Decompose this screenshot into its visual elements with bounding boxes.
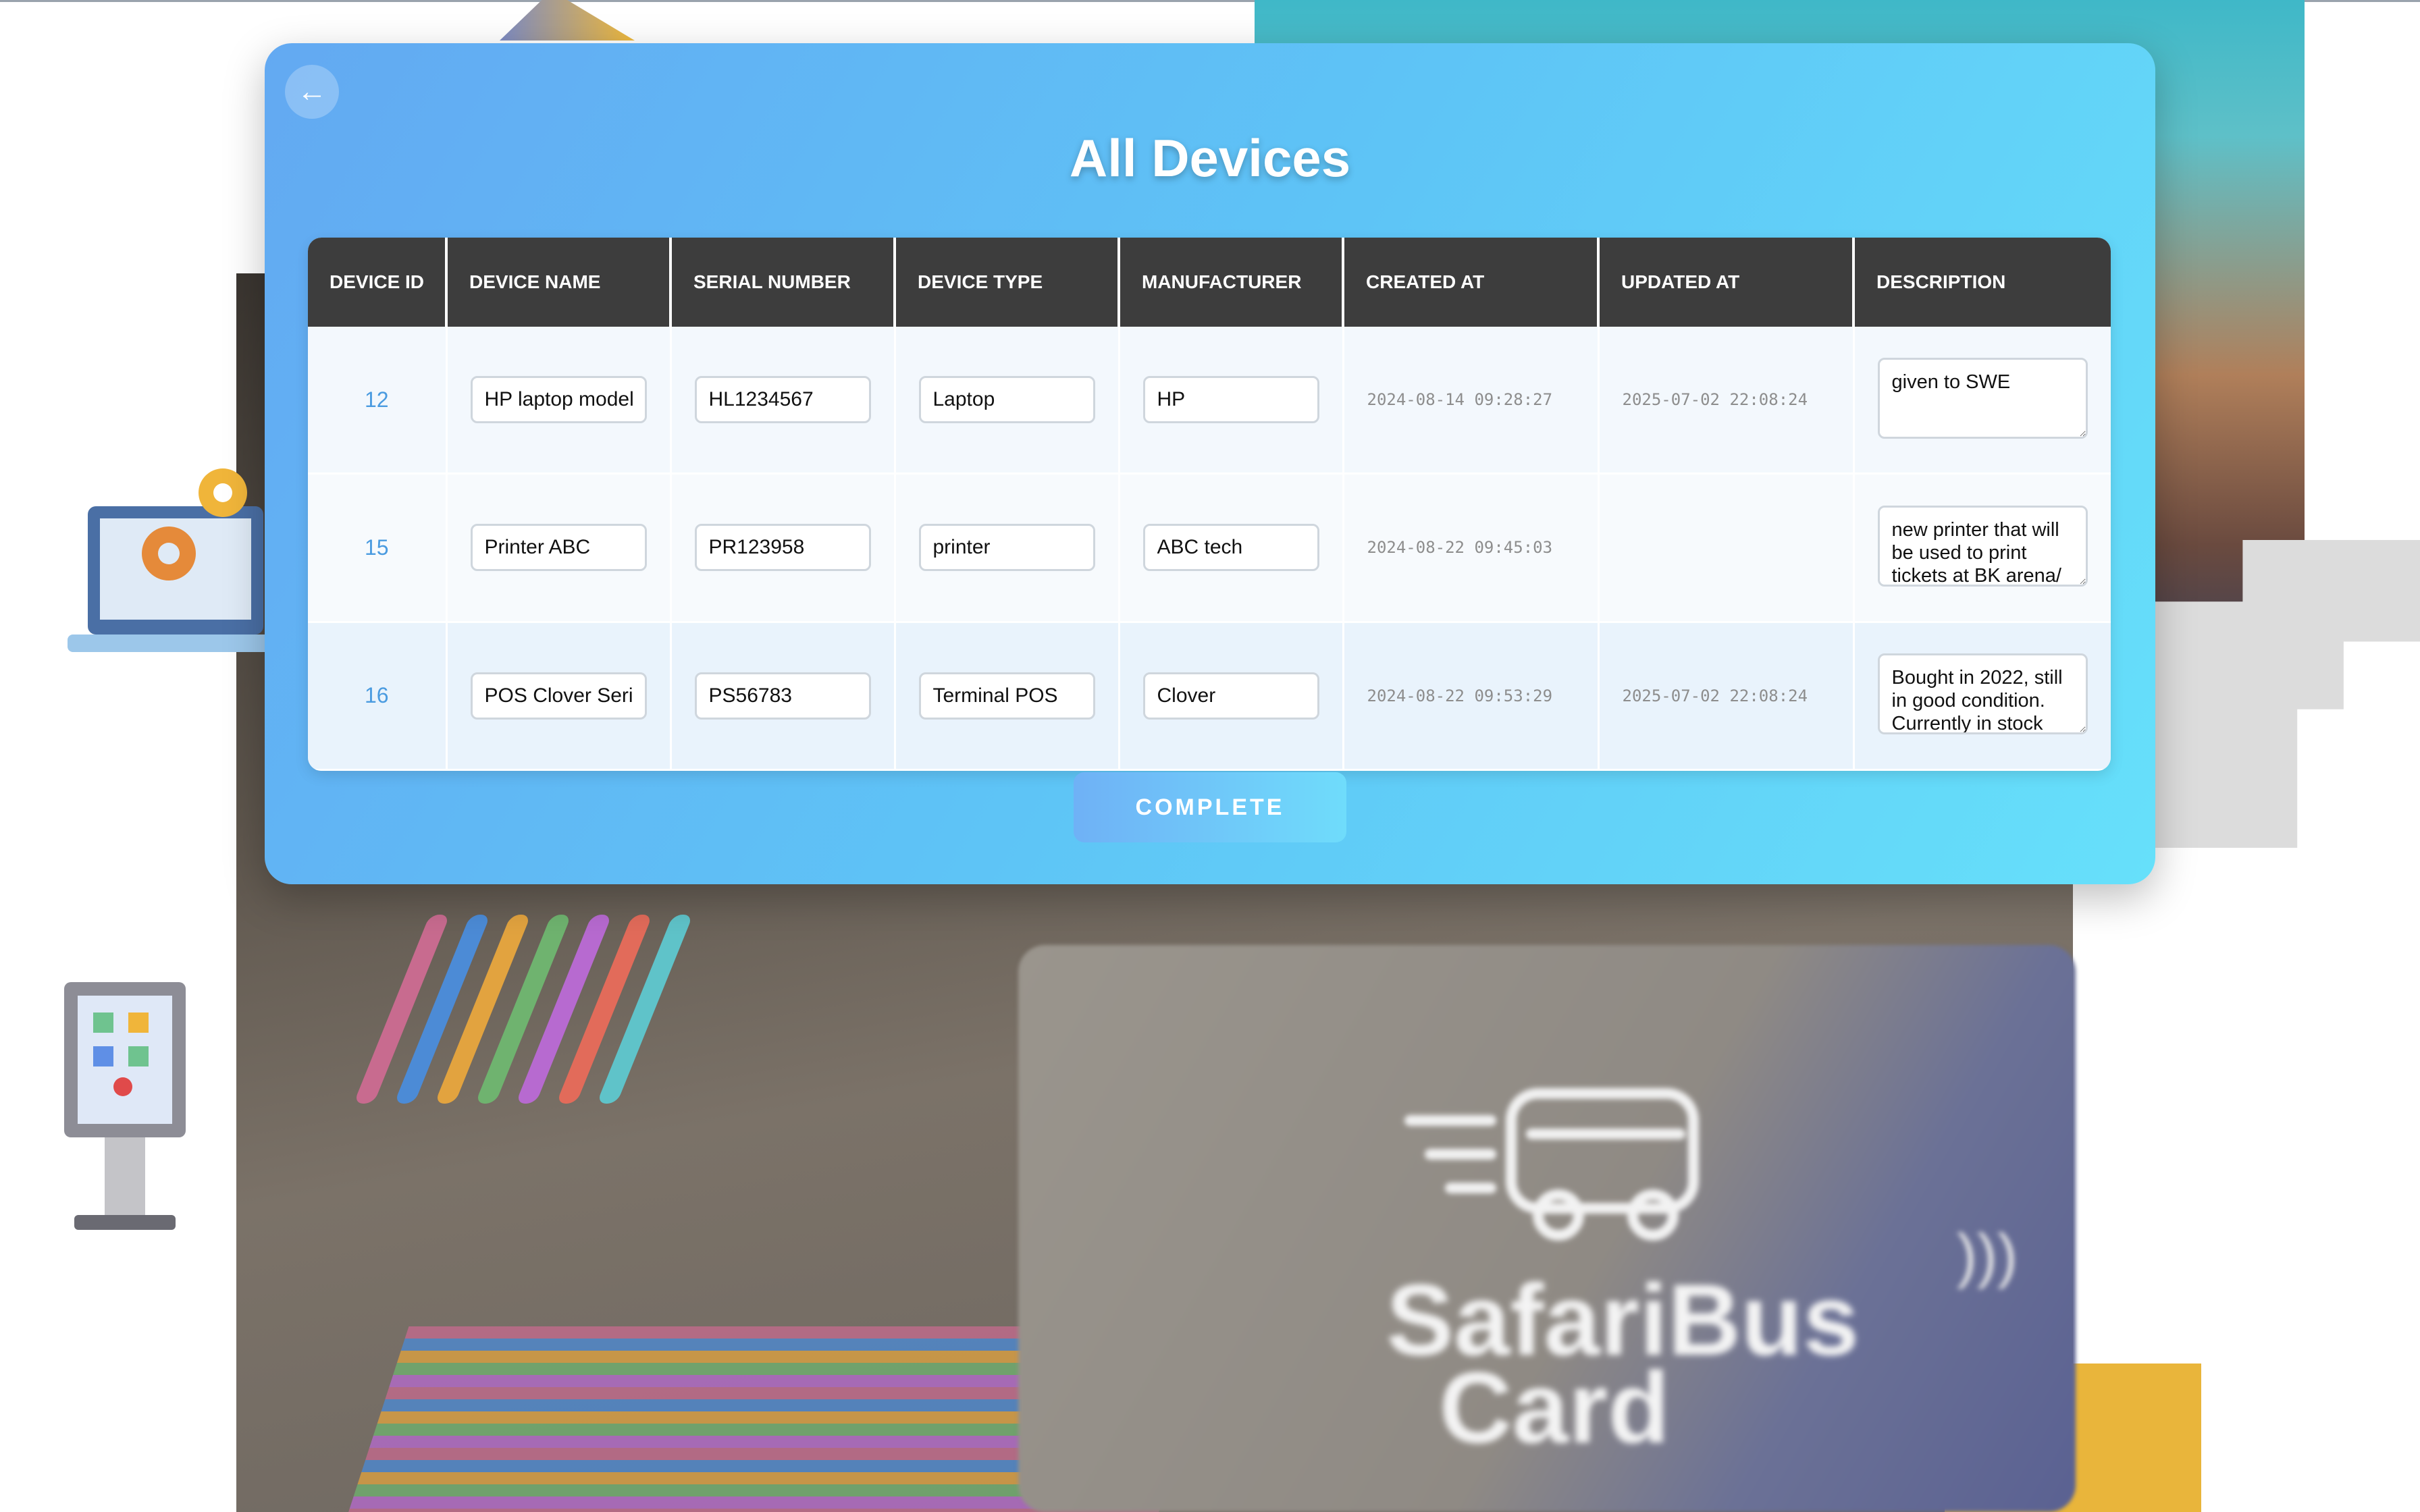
page-title: All Devices <box>1069 128 1351 188</box>
created-at-cell: 2024-08-22 09:53:29 <box>1343 622 1600 771</box>
device-type-cell <box>895 473 1120 623</box>
device-type-input[interactable] <box>918 672 1095 720</box>
device-name-input[interactable] <box>470 672 647 720</box>
laptop-gears-icon <box>68 468 284 652</box>
serial-number-cell <box>670 473 896 623</box>
table-row: 12 2024-08-14 09:28:27 2025-07-02 22:08:… <box>308 327 2111 475</box>
column-header-description: DESCRIPTION <box>1853 238 2111 327</box>
created-at-cell: 2024-08-14 09:28:27 <box>1343 327 1600 475</box>
description-textarea[interactable]: new printer that will be used to print t… <box>1877 505 2088 587</box>
device-id-cell: 12 <box>308 327 448 475</box>
devices-table: DEVICE ID DEVICE NAME SERIAL NUMBER DEVI… <box>308 238 2111 771</box>
description-textarea[interactable]: given to SWE <box>1877 357 2088 439</box>
device-type-input[interactable] <box>918 376 1095 424</box>
serial-number-input[interactable] <box>694 672 871 720</box>
safaribus-card-graphic: SafariBus Card ))) <box>1018 945 2076 1512</box>
manufacturer-cell <box>1119 473 1344 623</box>
manufacturer-input[interactable] <box>1142 524 1319 572</box>
table-row: 15 2024-08-22 09:45:03 new printer that … <box>308 473 2111 623</box>
serial-number-input[interactable] <box>694 376 871 424</box>
device-type-cell <box>895 622 1120 771</box>
device-id-cell: 16 <box>308 622 448 771</box>
updated-at-cell <box>1598 473 1855 623</box>
device-name-input[interactable] <box>470 524 647 572</box>
serial-number-cell <box>670 327 896 475</box>
kiosk-icon <box>64 982 186 1230</box>
manufacturer-input[interactable] <box>1142 376 1319 424</box>
column-header-device-type: DEVICE TYPE <box>895 238 1120 327</box>
column-header-device-id: DEVICE ID <box>308 238 448 327</box>
description-textarea[interactable]: Bought in 2022, still in good condition.… <box>1877 653 2088 735</box>
device-type-cell <box>895 327 1120 475</box>
description-cell: given to SWE <box>1853 327 2111 475</box>
card-brand-line2: Card <box>1439 1351 1670 1464</box>
complete-button[interactable]: COMPLETE <box>1074 772 1346 842</box>
device-type-input[interactable] <box>918 524 1095 572</box>
created-at-cell: 2024-08-22 09:45:03 <box>1343 473 1600 623</box>
device-name-cell <box>446 327 672 475</box>
description-cell: Bought in 2022, still in good condition.… <box>1853 622 2111 771</box>
device-name-input[interactable] <box>470 376 647 424</box>
nfc-icon: ))) <box>1957 1222 2018 1290</box>
table-header-row: DEVICE ID DEVICE NAME SERIAL NUMBER DEVI… <box>308 238 2111 327</box>
updated-at-cell: 2025-07-02 22:08:24 <box>1598 622 1855 771</box>
device-id-cell: 15 <box>308 473 448 623</box>
column-header-device-name: DEVICE NAME <box>446 238 672 327</box>
column-header-updated-at: UPDATED AT <box>1598 238 1855 327</box>
description-cell: new printer that will be used to print t… <box>1853 473 2111 623</box>
column-header-created-at: CREATED AT <box>1343 238 1600 327</box>
card-brand-text: SafariBus Card <box>1386 1269 1859 1464</box>
column-header-manufacturer: MANUFACTURER <box>1119 238 1344 327</box>
manufacturer-input[interactable] <box>1142 672 1319 720</box>
manufacturer-cell <box>1119 622 1344 771</box>
serial-number-input[interactable] <box>694 524 871 572</box>
serial-number-cell <box>670 622 896 771</box>
table-row: 16 2024-08-22 09:53:29 2025-07-02 22:08:… <box>308 622 2111 771</box>
manufacturer-cell <box>1119 327 1344 475</box>
arrow-left-icon: ← <box>297 75 327 108</box>
updated-at-cell: 2025-07-02 22:08:24 <box>1598 327 1855 475</box>
device-name-cell <box>446 622 672 771</box>
devices-modal: ← All Devices DEVICE ID DEVICE NAME SERI… <box>265 43 2155 884</box>
back-button[interactable]: ← <box>285 65 339 119</box>
bus-icon <box>1404 1088 1699 1241</box>
kite-graphic <box>500 0 635 40</box>
device-name-cell <box>446 473 672 623</box>
column-header-serial-number: SERIAL NUMBER <box>670 238 896 327</box>
